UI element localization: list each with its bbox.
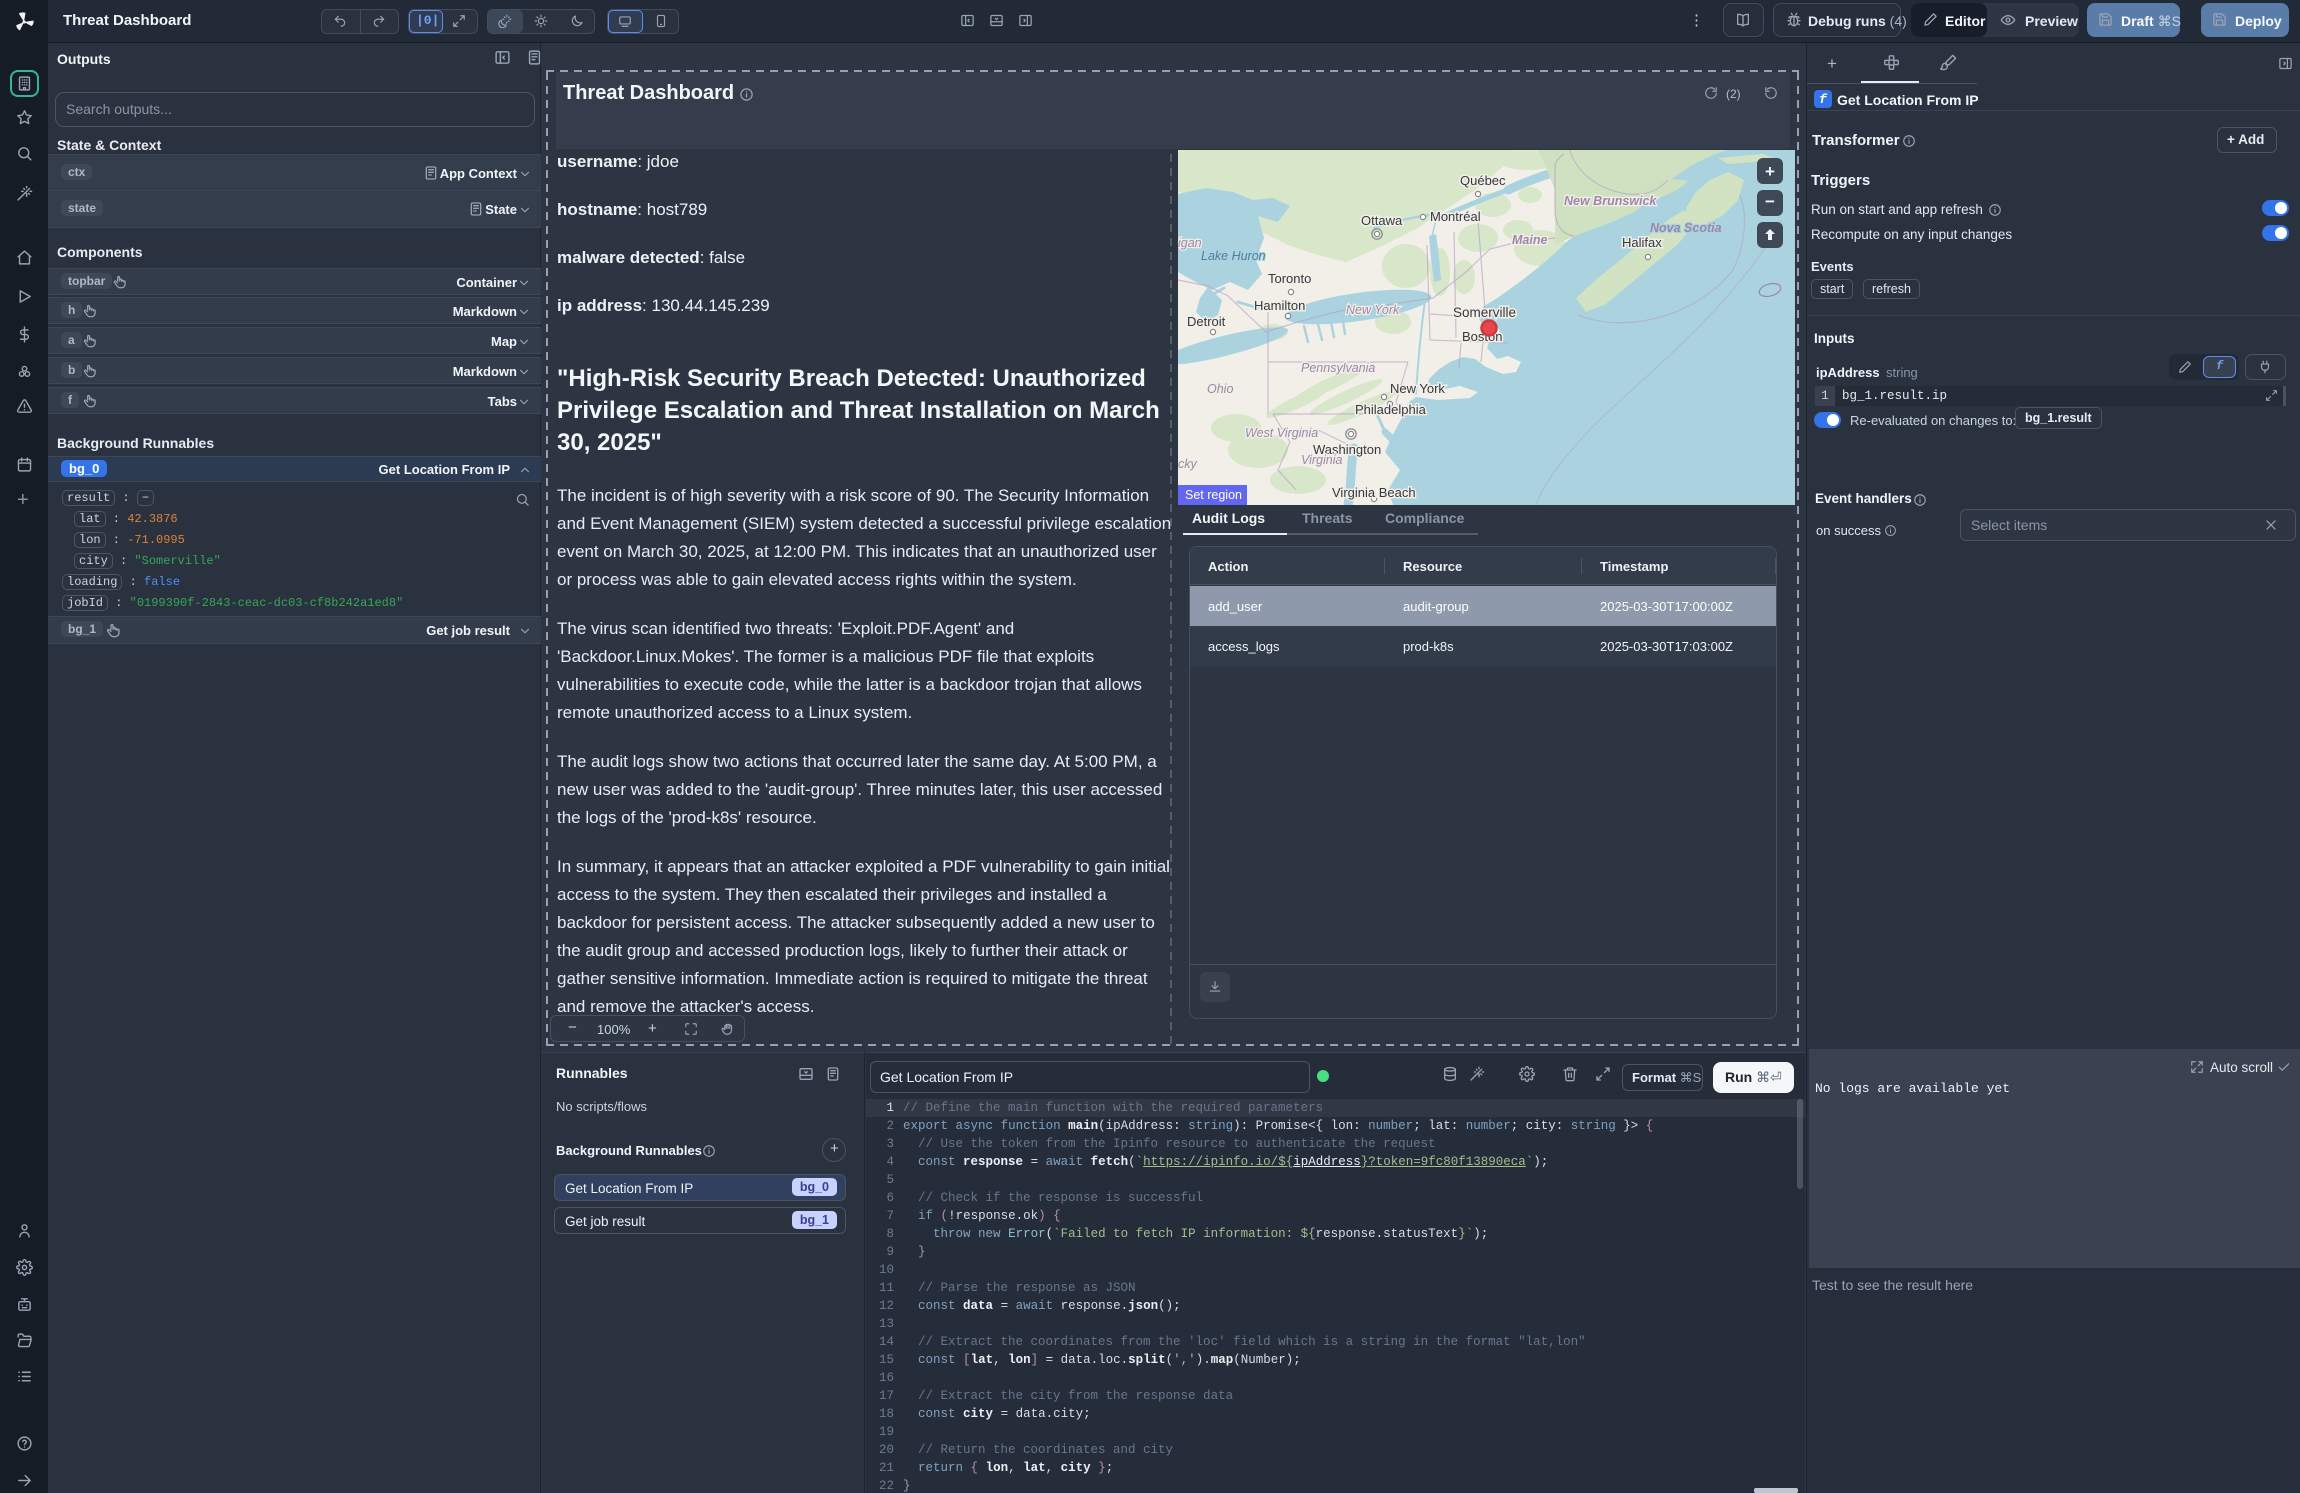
svg-text:cky: cky [1178,457,1198,471]
svg-text:Halifax: Halifax [1622,235,1662,250]
svg-text:Hamilton: Hamilton [1254,298,1305,313]
svg-text:New York: New York [1346,303,1400,317]
svg-text:+: + [1765,162,1775,181]
svg-text:New York: New York [1390,381,1445,396]
svg-text:Pennsylvania: Pennsylvania [1301,361,1375,375]
svg-text:Montréal: Montréal [1430,209,1481,224]
svg-text:Maine: Maine [1512,233,1547,247]
svg-text:Virginia: Virginia [1301,453,1343,467]
svg-text:Nova Scotia: Nova Scotia [1650,221,1722,235]
svg-text:Ohio: Ohio [1207,382,1233,396]
svg-text:New Brunswick: New Brunswick [1564,194,1657,208]
svg-text:−: − [1765,192,1775,211]
svg-text:Philadelphia: Philadelphia [1355,402,1427,417]
svg-text:Set region: Set region [1185,488,1242,502]
svg-text:Virginia Beach: Virginia Beach [1332,485,1416,500]
svg-text:Toronto: Toronto [1268,271,1311,286]
svg-text:Detroit: Detroit [1187,314,1226,329]
svg-text:Québec: Québec [1460,173,1506,188]
svg-text:Somerville: Somerville [1453,305,1516,320]
svg-text:West Virginia: West Virginia [1245,426,1318,440]
svg-text:Lake Huron: Lake Huron [1201,249,1266,263]
svg-text:igan: igan [1178,236,1202,250]
svg-text:Ottawa: Ottawa [1361,213,1403,228]
